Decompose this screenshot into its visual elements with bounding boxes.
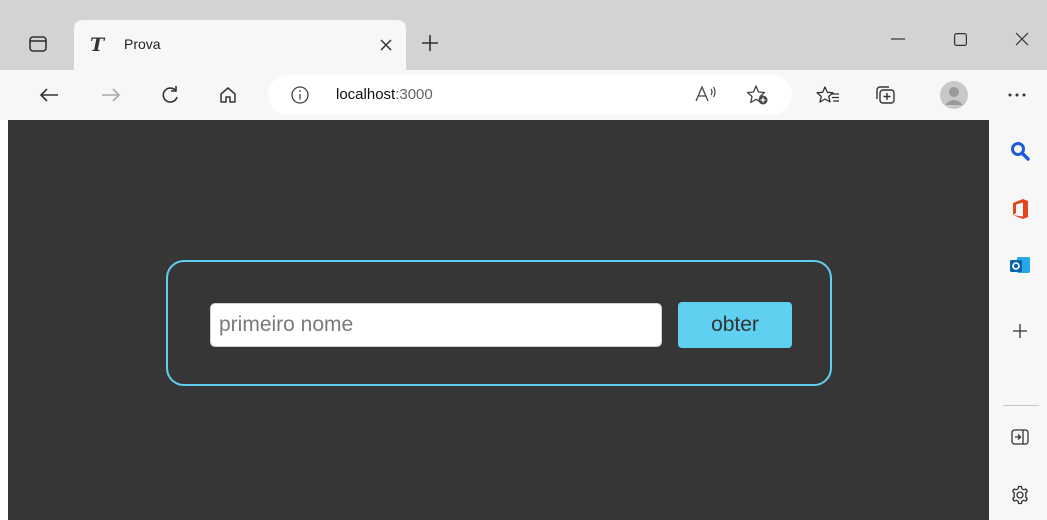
browser-tab[interactable]: T Prova — [74, 20, 406, 70]
obter-button[interactable]: obter — [678, 302, 792, 348]
hide-sidebar-icon — [1011, 429, 1029, 445]
back-button[interactable] — [34, 80, 64, 110]
close-icon — [380, 39, 392, 51]
maximize-icon — [953, 32, 967, 46]
sidebar-office-button[interactable] — [1007, 196, 1033, 222]
maximize-button[interactable] — [938, 24, 982, 54]
browser-toolbar: localhost:3000 — [0, 70, 1047, 120]
sidebar-divider — [1003, 405, 1039, 406]
tab-favicon-icon: T — [90, 34, 105, 56]
more-icon — [1008, 93, 1026, 97]
read-aloud-icon — [695, 85, 716, 102]
search-icon — [1011, 142, 1030, 161]
home-button[interactable] — [213, 80, 243, 110]
forward-arrow-icon — [102, 88, 121, 102]
tab-strip: T Prova — [0, 0, 1047, 70]
sidebar-settings-button[interactable] — [1007, 482, 1033, 508]
plus-icon — [1013, 324, 1027, 338]
url-text[interactable]: localhost:3000 — [336, 86, 433, 103]
outlook-icon — [1010, 257, 1030, 273]
browser-sidebar — [989, 120, 1047, 520]
first-name-input[interactable] — [210, 303, 662, 347]
workspaces-icon — [29, 36, 47, 52]
tab-close-button[interactable] — [374, 33, 398, 57]
site-info-button[interactable] — [290, 85, 310, 110]
back-arrow-icon — [39, 88, 58, 102]
close-icon — [1015, 32, 1029, 46]
sidebar-outlook-button[interactable] — [1007, 252, 1033, 278]
hide-sidebar-button[interactable] — [1007, 424, 1033, 450]
window-edge — [0, 120, 8, 520]
close-window-button[interactable] — [1000, 24, 1044, 54]
settings-icon — [1012, 485, 1028, 505]
profile-avatar-icon — [940, 81, 968, 109]
tab-title: Prova — [124, 36, 161, 52]
refresh-icon — [162, 86, 178, 103]
favorites-icon — [816, 86, 839, 103]
page-content: obter — [8, 120, 989, 520]
favorites-button[interactable] — [813, 80, 843, 110]
address-bar[interactable]: localhost:3000 — [268, 75, 792, 115]
plus-icon — [422, 35, 438, 51]
add-favorite-icon — [746, 85, 768, 105]
forward-button[interactable] — [96, 80, 126, 110]
sidebar-add-button[interactable] — [1007, 318, 1033, 344]
sidebar-search-button[interactable] — [1007, 138, 1033, 164]
info-icon — [291, 86, 309, 104]
settings-and-more-button[interactable] — [1002, 80, 1032, 110]
form-card: obter — [166, 260, 832, 386]
home-icon — [220, 87, 236, 103]
add-favorite-button[interactable] — [746, 84, 770, 111]
url-host: localhost — [336, 86, 396, 103]
office-icon — [1013, 199, 1028, 219]
new-tab-button[interactable] — [416, 30, 444, 58]
minimize-button[interactable] — [876, 24, 920, 54]
refresh-button[interactable] — [155, 80, 185, 110]
profile-button[interactable] — [939, 80, 969, 110]
minimize-icon — [891, 38, 905, 40]
read-aloud-button[interactable] — [694, 84, 718, 109]
workspaces-button[interactable] — [24, 30, 52, 58]
url-port: :3000 — [395, 86, 433, 103]
collections-button[interactable] — [871, 80, 901, 110]
collections-icon — [876, 86, 895, 104]
